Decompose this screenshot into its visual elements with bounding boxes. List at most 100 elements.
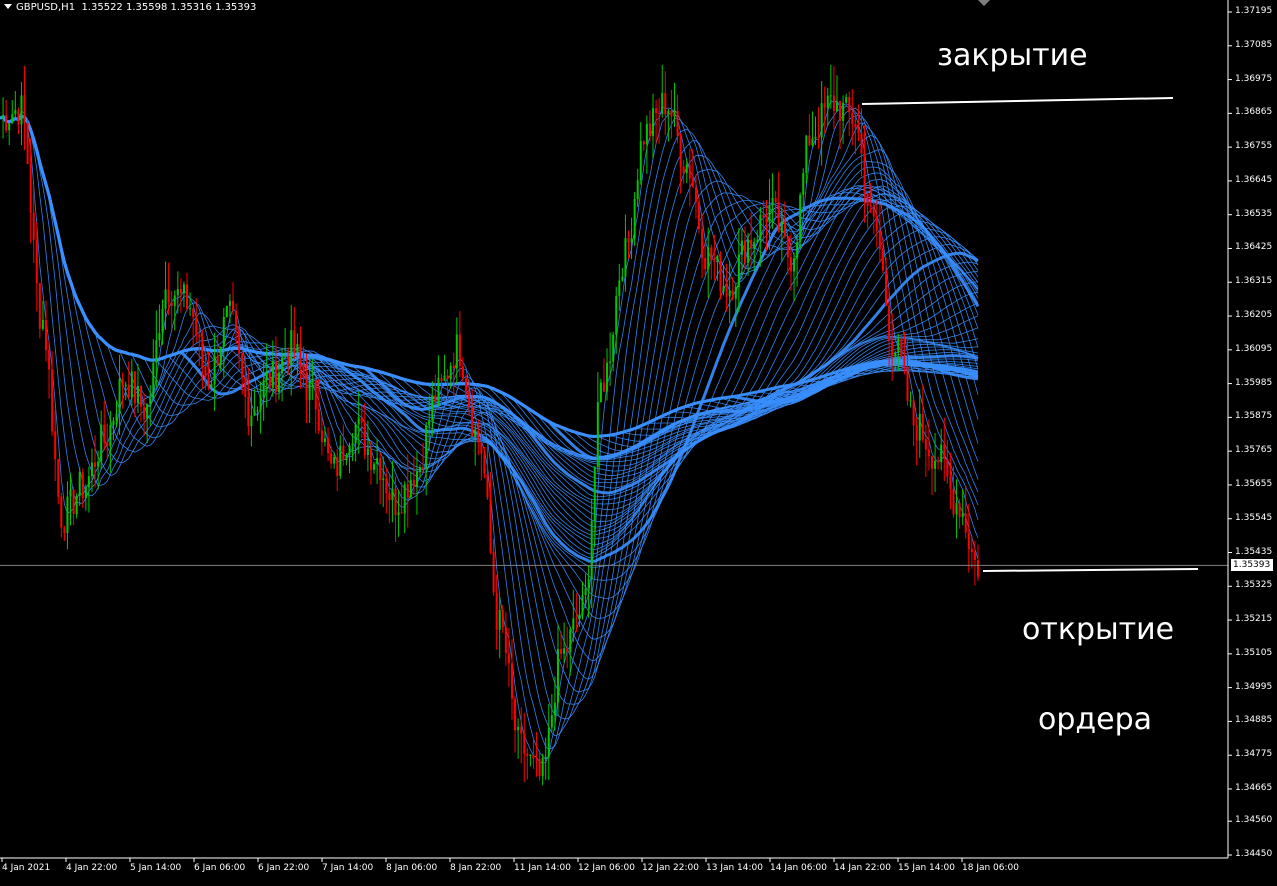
candle-body bbox=[753, 241, 756, 249]
time-tick-label: 12 Jan 22:00 bbox=[642, 863, 699, 873]
candle-body bbox=[97, 461, 100, 467]
candle-body bbox=[54, 431, 57, 460]
candle-body bbox=[710, 247, 713, 261]
candle-body bbox=[713, 260, 716, 262]
candle-body bbox=[967, 532, 970, 550]
candle-body bbox=[299, 344, 302, 364]
candle-body bbox=[419, 467, 422, 472]
candle-body bbox=[228, 300, 231, 306]
candle-body bbox=[694, 187, 697, 203]
candle-body bbox=[661, 92, 664, 114]
candle-body bbox=[943, 444, 946, 460]
candle-body bbox=[921, 413, 924, 440]
candle-body bbox=[17, 110, 20, 125]
candle-body bbox=[2, 115, 5, 119]
candle-body bbox=[973, 552, 976, 560]
price-chart[interactable]: GBPUSD,H1 1.35522 1.35598 1.35316 1.3539… bbox=[0, 0, 1277, 882]
candle-body bbox=[127, 384, 130, 398]
candle-body bbox=[146, 404, 149, 419]
candle-body bbox=[698, 202, 701, 229]
time-tick-label: 8 Jan 06:00 bbox=[386, 863, 438, 873]
candle-body bbox=[357, 417, 360, 425]
candle-body bbox=[376, 458, 379, 464]
candle-body bbox=[799, 194, 802, 242]
candle-body bbox=[222, 316, 225, 347]
candle-body bbox=[783, 221, 786, 237]
candle-body bbox=[673, 110, 676, 117]
candle-body bbox=[596, 402, 599, 467]
time-tick-label: 7 Jan 14:00 bbox=[322, 863, 374, 873]
candle-body bbox=[529, 754, 532, 756]
candle-body bbox=[477, 430, 480, 443]
candle-body bbox=[888, 305, 891, 342]
price-tick-label: 1.36975 bbox=[1235, 73, 1273, 84]
candle-body bbox=[520, 726, 523, 734]
candle-body bbox=[517, 726, 520, 731]
candle-body bbox=[133, 371, 136, 404]
dropdown-triangle-icon[interactable] bbox=[4, 4, 12, 9]
candle-body bbox=[768, 205, 771, 223]
price-tick-label: 1.36865 bbox=[1235, 107, 1273, 118]
candle-body bbox=[8, 123, 11, 131]
candle-body bbox=[121, 378, 124, 387]
candle-body bbox=[219, 346, 222, 366]
price-tick-label: 1.35325 bbox=[1235, 580, 1273, 591]
price-tick-label: 1.34775 bbox=[1235, 749, 1273, 760]
price-tick-label: 1.35215 bbox=[1235, 614, 1273, 625]
candle-body bbox=[336, 457, 339, 476]
candle-body bbox=[238, 329, 241, 354]
candle-body bbox=[688, 164, 691, 179]
candle-body bbox=[38, 283, 41, 329]
candle-body bbox=[452, 365, 455, 369]
candle-body bbox=[78, 472, 81, 496]
price-tick-label: 1.35105 bbox=[1235, 647, 1273, 658]
candle-body bbox=[394, 488, 397, 516]
candle-body bbox=[431, 395, 434, 421]
candle-body bbox=[66, 496, 69, 534]
candle-body bbox=[756, 240, 759, 242]
candle-body bbox=[241, 353, 244, 378]
candle-body bbox=[498, 610, 501, 630]
candle-body bbox=[676, 110, 679, 137]
candle-body bbox=[652, 108, 655, 137]
candle-body bbox=[639, 141, 642, 181]
candle-body bbox=[155, 340, 158, 363]
candle-body bbox=[891, 341, 894, 357]
candle-body bbox=[842, 102, 845, 121]
candle-body bbox=[262, 379, 265, 398]
candle-body bbox=[176, 288, 179, 296]
candle-body bbox=[615, 295, 618, 335]
candle-body bbox=[584, 588, 587, 596]
chart-canvas[interactable] bbox=[0, 0, 1277, 882]
candle-body bbox=[51, 369, 54, 432]
candle-body bbox=[826, 95, 829, 108]
candle-body bbox=[182, 284, 185, 294]
price-tick-label: 1.35875 bbox=[1235, 411, 1273, 422]
candle-body bbox=[225, 305, 228, 317]
candle-body bbox=[281, 357, 284, 374]
current-price-label: 1.35393 bbox=[1231, 559, 1273, 572]
candle-body bbox=[136, 386, 139, 404]
candle-body bbox=[140, 386, 143, 407]
candle-body bbox=[373, 463, 376, 470]
candle-body bbox=[514, 698, 517, 731]
price-tick-label: 1.35545 bbox=[1235, 512, 1273, 523]
candle-body bbox=[124, 384, 127, 387]
candle-body bbox=[198, 334, 201, 337]
candle-body bbox=[860, 133, 863, 154]
time-tick-label: 15 Jan 14:00 bbox=[898, 863, 955, 873]
candle-body bbox=[363, 422, 366, 455]
candle-body bbox=[970, 549, 973, 553]
price-tick-label: 1.34450 bbox=[1235, 849, 1273, 859]
candle-body bbox=[937, 460, 940, 463]
candle-body bbox=[762, 215, 765, 218]
candle-body bbox=[566, 648, 569, 652]
candle-body bbox=[186, 284, 189, 309]
candle-body bbox=[167, 289, 170, 303]
candle-body bbox=[382, 478, 385, 481]
candle-body bbox=[851, 112, 854, 125]
candle-body bbox=[731, 290, 734, 299]
candle-body bbox=[486, 473, 489, 498]
candle-body bbox=[602, 382, 605, 392]
candle-body bbox=[348, 445, 351, 456]
